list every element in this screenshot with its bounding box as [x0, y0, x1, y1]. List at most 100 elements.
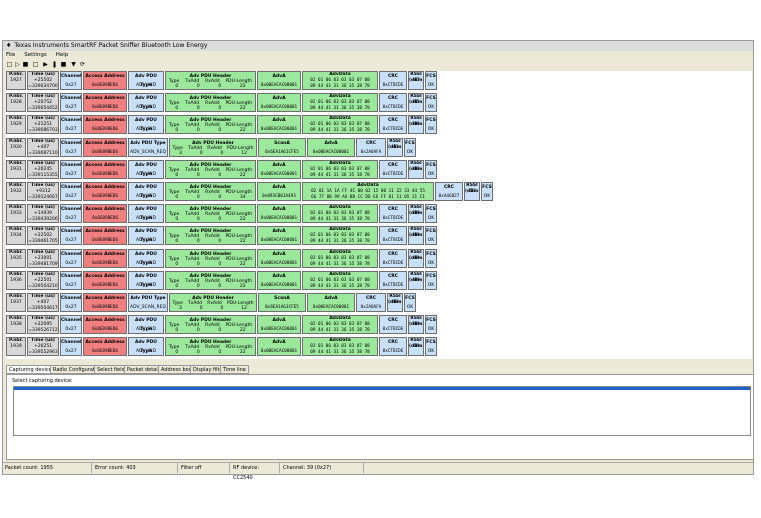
access-address-cell[interactable]: Access Address 0x8E89BED6 — [83, 293, 127, 312]
fcs-cell[interactable]: FCS OK — [425, 159, 437, 179]
packet-number-cell[interactable]: P.nbr. 1936 — [6, 270, 26, 290]
advdata-cell[interactable]: AdvData 02 01 06 03 03 03 07 08 09 44 41 3… — [302, 93, 378, 113]
channel-cell[interactable]: Channel 0x27 — [60, 204, 82, 224]
advdata-cell[interactable]: AdvData 02 01 06 03 03 03 07 08 09 44 41 3… — [302, 337, 378, 357]
advdata-cell[interactable]: AdvData 02 01 06 03 03 03 07 08 09 44 41 3… — [302, 226, 378, 246]
access-address-cell[interactable]: Access Address 0x8E89BED6 — [83, 159, 127, 179]
rssi-cell[interactable]: RSSI (dBm) -48 — [408, 159, 424, 179]
tab-time-line[interactable]: Time line — [220, 365, 249, 374]
adva-cell[interactable]: AdvA 0x00EACAC00001 — [257, 270, 301, 290]
time-cell[interactable]: Time (us) +25502 =339034700 — [27, 71, 59, 90]
adva-cell[interactable]: AdvA 0x00EACAC00001 — [307, 293, 355, 312]
packet-number-cell[interactable]: P.nbr. 1939 — [6, 337, 26, 357]
advdata-cell[interactable]: AdvData 02 01 06 03 03 03 07 08 09 44 41 3… — [302, 315, 378, 335]
access-address-cell[interactable]: Access Address 0x8E89BED6 — [83, 226, 127, 246]
access-address-cell[interactable]: Access Address 0x8E89BED6 — [83, 315, 127, 335]
packet-number-cell[interactable]: P.nbr. 1937 — [6, 293, 26, 312]
rssi-cell[interactable]: RSSI (dBm) -49 — [408, 270, 424, 290]
adv-pdu-header-cell[interactable]: Adv PDU Header Type TxAdd RxAdd PDU-Length 0 0… — [165, 270, 256, 290]
fcs-cell[interactable]: FCS OK — [425, 315, 437, 335]
table-row[interactable]: P.nbr. 1938 Time (us) +22095 =339526712 Chann… — [6, 315, 752, 335]
time-cell[interactable]: Time (us) +23001 =339481709 — [27, 248, 59, 268]
time-cell[interactable]: Time (us) +14939 =339439206 — [27, 204, 59, 224]
rssi-cell[interactable]: RSSI (dBm) -43 — [387, 137, 403, 157]
rssi-cell[interactable]: RSSI (dBm) -53 — [464, 182, 480, 201]
packet-number-cell[interactable]: P.nbr. 1929 — [6, 115, 26, 135]
advdata-cell[interactable]: AdvData 02 01 06 03 03 03 07 08 09 44 41 3… — [302, 115, 378, 135]
table-row[interactable]: P.nbr. 1931 Time (us) +26245 =339115355 Chann… — [6, 159, 752, 180]
fcs-cell[interactable]: FCS OK — [425, 93, 437, 113]
adv-pdu-type-cell[interactable]: Adv PDU Type ADV_IND — [128, 248, 164, 268]
advdata-cell[interactable]: AdvData 02 01 1A 1A FF 4C 00 02 15 00 11 … — [302, 182, 434, 201]
fcs-cell[interactable]: FCS OK — [404, 293, 416, 312]
play-icon[interactable]: ▶ — [42, 61, 49, 68]
adva-cell[interactable]: AdvA 0x00EACAC00001 — [257, 115, 301, 135]
adv-pdu-header-cell[interactable]: Adv PDU Header Type TxAdd RxAdd PDU-Length 0 0… — [165, 248, 256, 268]
packet-number-cell[interactable]: P.nbr. 1938 — [6, 315, 26, 335]
adv-pdu-type-cell[interactable]: Adv PDU Type ADV_IND — [128, 337, 164, 357]
packet-list[interactable]: P.nbr. 1927 Time (us) +25502 =339034700 Chann… — [6, 71, 752, 359]
table-row[interactable]: P.nbr. 1930 Time (us) +407 =339087110 Channel… — [6, 137, 752, 158]
stop-icon[interactable]: ■ — [60, 61, 67, 68]
fcs-cell[interactable]: FCS OK — [425, 248, 437, 268]
time-cell[interactable]: Time (us) +407 =339504617 — [27, 293, 59, 312]
table-row[interactable]: P.nbr. 1933 Time (us) +14939 =339439206 Chann… — [6, 204, 752, 224]
time-cell[interactable]: Time (us) +22501 =339504210 — [27, 270, 59, 290]
adva-cell[interactable]: AdvA 0x00EACAC00001 — [257, 204, 301, 224]
access-address-cell[interactable]: Access Address 0x8E89BED6 — [83, 204, 127, 224]
channel-cell[interactable]: Channel 0x27 — [60, 226, 82, 246]
channel-cell[interactable]: Channel 0x27 — [60, 337, 82, 357]
fcs-cell[interactable]: FCS OK — [425, 71, 437, 90]
clear-icon[interactable]: □ — [32, 61, 39, 68]
access-address-cell[interactable]: Access Address 0x8E89BED6 — [83, 115, 127, 135]
channel-cell[interactable]: Channel 0x27 — [60, 93, 82, 113]
adva-cell[interactable]: AdvA 0x093CB01A493 — [257, 182, 301, 201]
adv-pdu-type-cell[interactable]: Adv PDU Type ADV_IND — [128, 115, 164, 135]
adv-pdu-type-cell[interactable]: Adv PDU Type ADV_IND — [128, 315, 164, 335]
crc-cell[interactable]: CRC 0xA46827 — [435, 182, 463, 201]
fcs-cell[interactable]: FCS OK — [404, 137, 416, 157]
adv-pdu-header-cell[interactable]: Adv PDU Header Type TxAdd RxAdd PDU-Length 0 0… — [165, 226, 256, 246]
packet-number-cell[interactable]: P.nbr. 1935 — [6, 248, 26, 268]
crc-cell[interactable]: CRC 0xCTBCDE — [379, 315, 407, 335]
access-address-cell[interactable]: Access Address 0x8E89BED6 — [83, 182, 127, 201]
table-row[interactable]: P.nbr. 1939 Time (us) +26251 =339552963 Chann… — [6, 337, 752, 357]
scana-cell[interactable]: ScanA 0x6EA1A61CFE5 — [258, 137, 306, 157]
selected-device-row[interactable] — [14, 387, 750, 390]
table-row[interactable]: P.nbr. 1929 Time (us) +21251 =339086703 Chann… — [6, 115, 752, 135]
crc-cell[interactable]: CRC 0xCTBCDE — [379, 115, 407, 135]
scana-cell[interactable]: ScanA 0x6EA1A61CFE5 — [258, 293, 306, 312]
fcs-cell[interactable]: FCS OK — [425, 226, 437, 246]
channel-cell[interactable]: Channel 0x27 — [60, 159, 82, 179]
adva-cell[interactable]: AdvA 0x00EACAC00001 — [257, 337, 301, 357]
time-cell[interactable]: Time (us) +26245 =339115355 — [27, 159, 59, 179]
adv-pdu-type-cell[interactable]: Adv PDU Type ADV_IND — [128, 159, 164, 179]
crc-cell[interactable]: CRC 0xCTBCDE — [379, 337, 407, 357]
adva-cell[interactable]: AdvA 0x00EACAC00001 — [257, 93, 301, 113]
time-cell[interactable]: Time (us) +22095 =339526712 — [27, 315, 59, 335]
access-address-cell[interactable]: Access Address 0x8E89BED6 — [83, 248, 127, 268]
rssi-cell[interactable]: RSSI (dBm) -50 — [408, 337, 424, 357]
crc-cell[interactable]: CRC 0xCTBCDE — [379, 93, 407, 113]
channel-cell[interactable]: Channel 0x27 — [60, 293, 82, 312]
adv-pdu-type-cell[interactable]: Adv PDU Type ADV_IND — [128, 204, 164, 224]
adv-pdu-type-cell[interactable]: Adv PDU Type ADV_IND — [128, 182, 164, 201]
packet-number-cell[interactable]: P.nbr. 1934 — [6, 226, 26, 246]
advdata-cell[interactable]: AdvData 02 01 06 03 03 03 07 08 09 44 41 3… — [302, 248, 378, 268]
new-icon[interactable]: □ — [6, 61, 13, 68]
time-cell[interactable]: Time (us) +26251 =339552963 — [27, 337, 59, 357]
adv-pdu-header-cell[interactable]: Adv PDU Header Type TxAdd RxAdd PDU-Length 0 0… — [165, 182, 256, 201]
advdata-cell[interactable]: AdvData 02 01 06 03 03 03 07 08 09 44 41 3… — [302, 71, 378, 90]
channel-cell[interactable]: Channel 0x27 — [60, 137, 82, 157]
time-cell[interactable]: Time (us) +9312 =339124667 — [27, 182, 59, 201]
packet-number-cell[interactable]: P.nbr. 1932 — [6, 182, 26, 201]
fcs-cell[interactable]: FCS OK — [425, 115, 437, 135]
rssi-cell[interactable]: RSSI (dBm) -49 — [408, 226, 424, 246]
adv-pdu-header-cell[interactable]: Adv PDU Header Type TxAdd RxAdd PDU-Length 3 0… — [169, 293, 257, 312]
crc-cell[interactable]: CRC 0xCTBCDE — [379, 270, 407, 290]
rssi-cell[interactable]: RSSI (dBm) -48 — [387, 293, 403, 312]
adva-cell[interactable]: AdvA 0x00EACAC00001 — [257, 71, 301, 90]
adv-pdu-header-cell[interactable]: Adv PDU Header Type TxAdd RxAdd PDU-Length 0 0… — [165, 159, 256, 179]
channel-cell[interactable]: Channel 0x27 — [60, 182, 82, 201]
time-cell[interactable]: Time (us) +21251 =339086703 — [27, 115, 59, 135]
